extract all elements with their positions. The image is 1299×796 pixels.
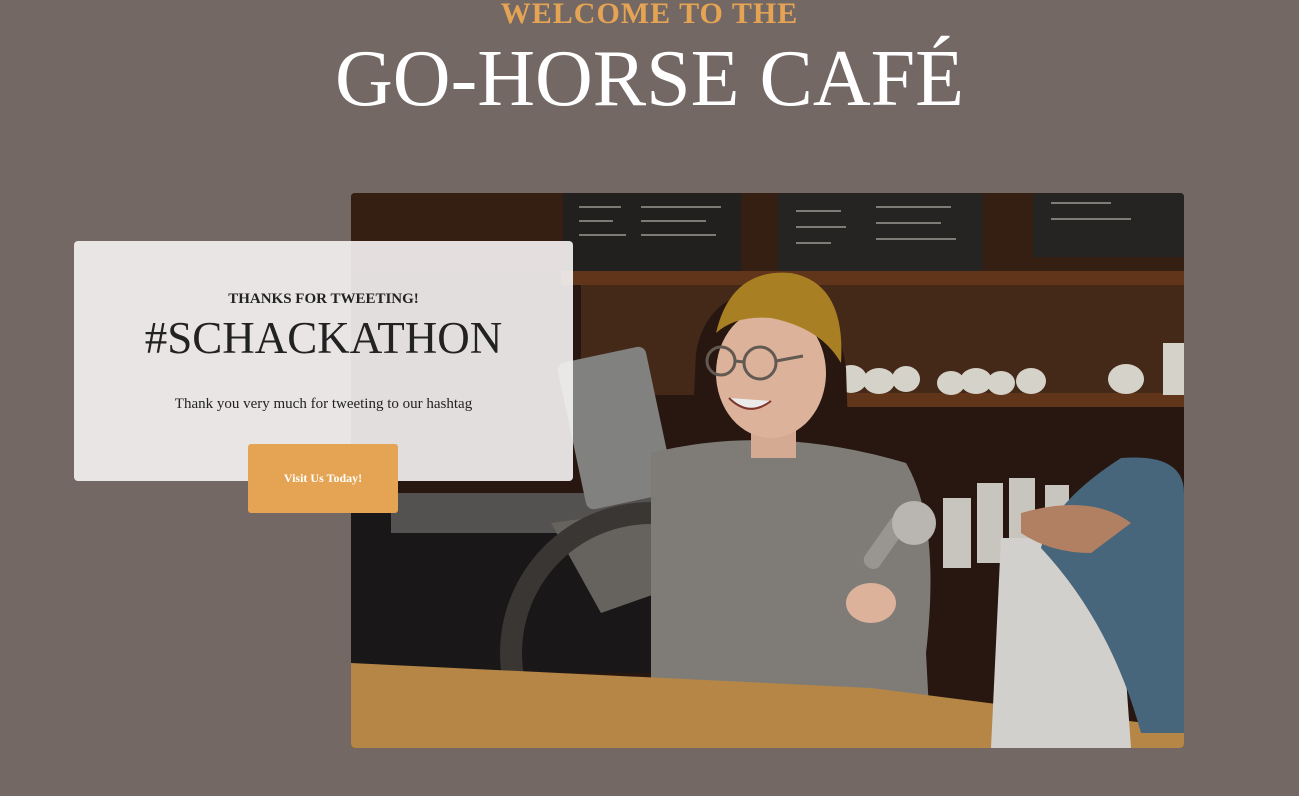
card-kicker: THANKS FOR TWEETING! (228, 291, 419, 307)
card-description: Thank you very much for tweeting to our … (174, 396, 473, 412)
visit-us-button[interactable]: Visit Us Today! (248, 444, 398, 513)
cafe-title: GO-HORSE CAFÉ (335, 35, 964, 123)
welcome-kicker: WELCOME TO THE (500, 0, 799, 30)
hashtag-title: #SCHACKATHON (144, 313, 503, 363)
